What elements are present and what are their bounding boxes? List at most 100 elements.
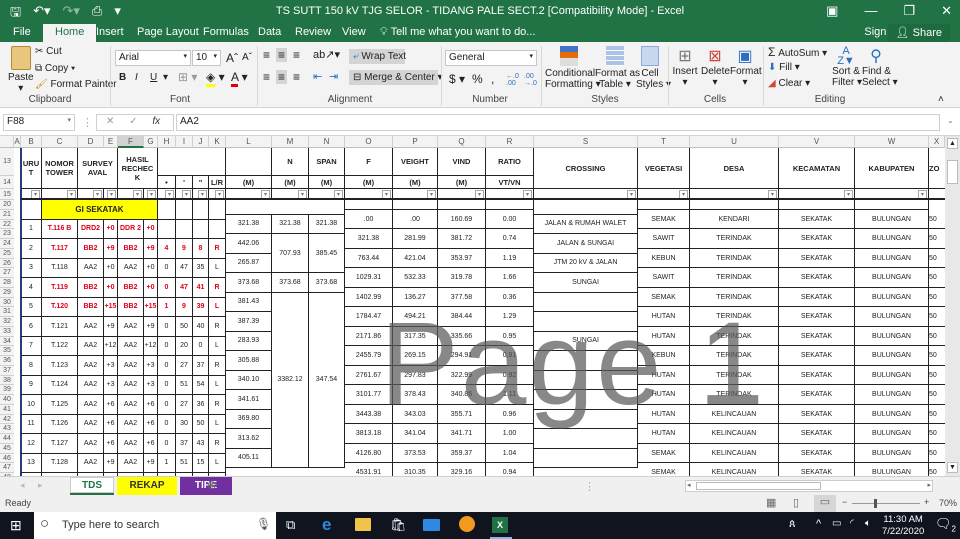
enter-entry-button[interactable]: ✓ [129,116,137,127]
borders-button[interactable]: ⊞ ▾ [178,70,197,84]
page-break-preview-button[interactable]: ▭ [814,495,836,512]
cancel-entry-button[interactable]: ✕ [106,116,114,127]
vertical-scrollbar[interactable]: ▲ ▼ [945,136,960,476]
cell-styles-button[interactable]: Cell Styles ▾ [636,46,671,90]
column-header-K[interactable]: K [209,136,226,148]
row-header[interactable]: 38 [0,375,14,386]
row-header[interactable]: 31 [0,307,14,317]
column-header-R[interactable]: R [486,136,534,148]
people-icon[interactable]: ጰ [789,518,796,531]
row-header[interactable]: 32 [0,317,14,327]
restore-button[interactable]: ❐ [903,3,915,19]
row-header[interactable]: 27 [0,268,14,278]
zoom-level[interactable]: 70% [939,498,957,508]
share-button[interactable]: 👤︎ Share [887,24,950,42]
row-header[interactable]: 33 [0,326,14,337]
format-cells-button[interactable]: ▣ Format ▾ [730,46,762,88]
filter-dropdown-H[interactable]: ▾ [165,190,174,198]
next-sheet-button[interactable]: ▸ [38,480,43,491]
align-left-button[interactable]: ≡ [263,70,270,84]
column-header-U[interactable]: U [690,136,779,148]
wrap-text-button[interactable]: ⤶ Wrap Text [349,49,406,64]
row-header[interactable]: 23 [0,229,14,239]
filter-dropdown-P[interactable]: ▾ [427,190,436,198]
column-header-E[interactable]: E [104,136,118,148]
filter-dropdown-B[interactable]: ▾ [31,190,40,198]
column-header-V[interactable]: V [779,136,855,148]
column-header-H[interactable]: H [158,136,176,148]
filter-dropdown-K[interactable]: ▾ [215,190,224,198]
horizontal-scroll-thumb[interactable] [696,482,821,490]
row-header[interactable]: 36 [0,356,14,366]
normal-view-button[interactable]: ▦ [766,496,776,509]
filter-dropdown-R[interactable]: ▾ [523,190,532,198]
copy-button[interactable]: ⧉ Copy ▾ [35,63,75,74]
expand-formula-bar-button[interactable]: ⌄ [947,116,954,125]
filter-dropdown-J[interactable]: ▾ [198,190,207,198]
microphone-icon[interactable]: 🎙︎ [256,517,271,531]
horizontal-scrollbar[interactable]: ◂ ▸ [685,480,933,492]
filter-dropdown-L[interactable]: ▾ [261,190,270,198]
sheet-tab-rekap[interactable]: REKAP [117,477,177,495]
column-header-F[interactable]: F [118,136,144,148]
volume-icon[interactable]: 🔈︎ [865,518,871,529]
filter-dropdown-O[interactable]: ▾ [382,190,391,198]
row-header[interactable]: 26 [0,258,14,269]
filter-dropdown-S[interactable]: ▾ [627,190,636,198]
filter-dropdown-G[interactable]: ▾ [147,190,156,198]
excel-taskbar-icon[interactable]: X [492,517,508,533]
cut-button[interactable]: ✂ Cut [35,46,62,57]
tab-home[interactable]: Home [43,24,97,42]
vertical-scroll-thumb[interactable] [947,160,958,184]
filter-dropdown-F[interactable]: ▾ [133,190,142,198]
prev-sheet-button[interactable]: ◂ [20,480,25,491]
minimize-button[interactable]: — [864,3,877,19]
filter-dropdown-C[interactable]: ▾ [67,190,76,198]
row-header[interactable]: 13 [0,148,14,176]
clear-button[interactable]: ◢ Clear ▾ [768,78,810,89]
grow-font-button[interactable]: Aˆ [226,51,238,65]
column-header-M[interactable]: M [272,136,309,148]
font-size-dropdown[interactable]: 10 ▾ [192,50,221,66]
row-header[interactable]: 42 [0,414,14,425]
number-format-dropdown[interactable]: General ▾ [445,50,537,66]
tell-me-search[interactable]: 💡︎ Tell me what you want to do... [380,26,535,39]
decrease-indent-button[interactable]: ⇤ [313,70,322,83]
find-select-button[interactable]: ⚲ Find & Select ▾ [862,46,898,88]
formula-input[interactable]: AA2 [176,114,940,131]
row-header[interactable]: 22 [0,219,14,230]
font-name-dropdown[interactable]: Arial ▾ [115,50,191,66]
windows-start-icon[interactable]: ⊞ [10,517,22,534]
top-align-button[interactable]: ≡ [263,48,270,62]
row-header[interactable]: 47 [0,463,14,473]
column-header-G[interactable]: G [144,136,158,148]
scroll-up-button[interactable]: ▲ [947,138,958,149]
orientation-button[interactable]: ab↗▾ [313,48,340,61]
row-header[interactable]: 20 [0,200,14,210]
collapse-ribbon-button[interactable]: ˄ [938,94,944,105]
clock[interactable]: 11:30 AM 7/22/2020 [882,514,924,538]
format-as-table-button[interactable]: Format as Table ▾ [595,46,640,90]
bold-button[interactable]: B [119,72,126,83]
format-painter-button[interactable]: 🖌︎ Format Painter [35,79,117,90]
zoom-in-button[interactable]: + [924,497,929,507]
row-header[interactable]: 30 [0,297,14,308]
close-button[interactable]: ✕ [941,3,952,19]
scroll-left-button[interactable]: ◂ [687,481,691,489]
edge-browser-icon[interactable]: e [322,515,331,535]
insert-cells-button[interactable]: ⊞ Insert ▾ [672,46,698,88]
fill-color-button[interactable]: ◈ ▾ [206,70,225,87]
underline-button[interactable]: U [150,72,157,83]
paste-button[interactable]: Paste ▾ [8,46,34,94]
zoom-out-button[interactable]: − [842,497,847,507]
row-header[interactable]: 25 [0,248,14,259]
row-header[interactable]: 15 [0,189,14,200]
wifi-icon[interactable]: ◜ [850,518,854,529]
select-all-corner[interactable] [0,136,14,148]
decrease-decimal-button[interactable]: .00 →.0 [524,73,537,87]
column-header-Q[interactable]: Q [438,136,486,148]
filter-dropdown-E[interactable]: ▾ [107,190,116,198]
filter-dropdown-Q[interactable]: ▾ [475,190,484,198]
scroll-right-button[interactable]: ▸ [927,481,931,489]
increase-decimal-button[interactable]: ←.0.00 [506,73,519,87]
